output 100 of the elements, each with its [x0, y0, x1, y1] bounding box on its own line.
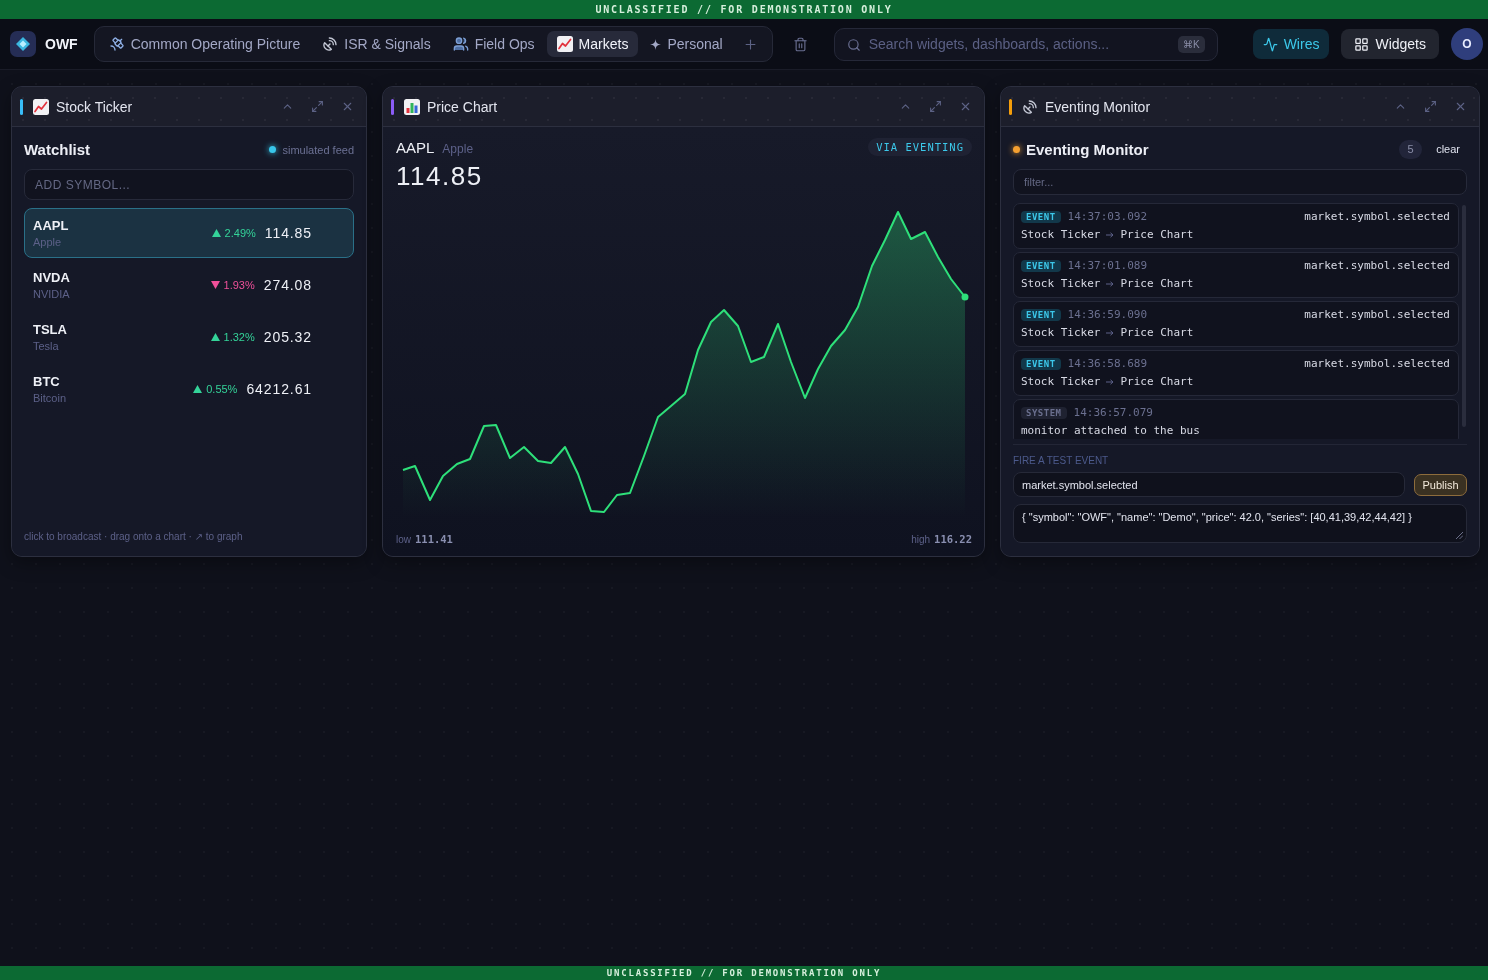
expand-icon [928, 100, 942, 113]
line-chart-icon [556, 36, 573, 52]
event-time: 14:37:03.092 [1067, 210, 1148, 223]
event-topic: market.symbol.selected [1304, 259, 1450, 272]
source-badge: VIA EVENTING [868, 138, 972, 156]
watchlist-row[interactable]: BTC Bitcoin 0.55% 64212.61 [24, 364, 354, 414]
event-message: monitor attached to the bus [1021, 424, 1200, 437]
event-topic: market.symbol.selected [1304, 210, 1450, 223]
event-target: Price Chart [1120, 326, 1194, 339]
event-target: Price Chart [1120, 375, 1194, 388]
expand-icon [1423, 100, 1437, 113]
event-type-badge: EVENT [1021, 357, 1061, 370]
trash-icon [793, 36, 809, 52]
satellite-icon [108, 36, 125, 52]
current-price: 114.85 [396, 161, 483, 192]
event-time: 14:36:58.689 [1067, 357, 1148, 370]
price-value: 274.08 [263, 277, 312, 293]
bar-chart-icon [404, 98, 420, 115]
arrow-right-icon [1106, 378, 1115, 385]
count-badge: 5 [1399, 139, 1423, 159]
price-change: 1.93% [223, 279, 255, 291]
expand-icon [310, 100, 324, 113]
toolbar-button[interactable]: Wires [1252, 29, 1330, 59]
event-time: 14:37:01.089 [1067, 259, 1148, 272]
company-name: Tesla [33, 340, 60, 352]
dashboard-tab[interactable]: Markets [546, 31, 639, 57]
event-topic: market.symbol.selected [1304, 357, 1450, 370]
widget-heading: Watchlist [24, 141, 91, 158]
clear-button[interactable]: clear [1429, 141, 1467, 157]
company-name: Bitcoin [33, 392, 68, 404]
watchlist-row[interactable]: TSLA Tesla 1.32% 205.32 [24, 312, 354, 362]
feed-status: simulated feed [282, 143, 354, 156]
event-type-badge: SYSTEM [1021, 406, 1067, 419]
price-change: 0.55% [206, 383, 238, 395]
toolbar-button[interactable]: Widgets [1341, 29, 1439, 59]
classification-banner: UNCLASSIFIED // FOR DEMONSTRATION ONLY [0, 966, 1488, 980]
dashboard-tab[interactable]: ISR & Signals [312, 31, 441, 57]
satellite-dish-icon [322, 36, 339, 52]
event-type-badge: EVENT [1021, 259, 1061, 272]
price-value: 64212.61 [246, 381, 312, 397]
panel-title: Eventing Monitor [1045, 98, 1151, 115]
high-label: high [911, 534, 931, 545]
dashboard-tab[interactable]: Personal [640, 31, 733, 57]
ticker-symbol: TSLA [33, 322, 68, 337]
publish-button[interactable]: Publish [1414, 473, 1467, 496]
price-change: 1.32% [223, 331, 255, 343]
dashboard-tab[interactable]: Field Ops [442, 31, 545, 57]
company-name: Apple [442, 142, 474, 156]
event-topic: market.symbol.selected [1304, 308, 1450, 321]
arrow-right-icon [1106, 329, 1115, 336]
price-value: 205.32 [263, 329, 312, 345]
search-icon [846, 37, 861, 52]
status-dot-icon [269, 146, 277, 153]
event-type-badge: EVENT [1021, 308, 1061, 321]
company-name: Apple [33, 236, 63, 248]
widget-heading: Eventing Monitor [1026, 140, 1149, 158]
event-target: Price Chart [1120, 228, 1194, 241]
panel-title: Stock Ticker [56, 98, 133, 115]
plus-icon [743, 36, 759, 52]
line-chart-icon [33, 98, 49, 115]
watchlist-row[interactable]: NVDA NVIDIA 1.93% 274.08 [24, 260, 354, 310]
event-time: 14:36:59.090 [1067, 308, 1148, 321]
add-symbol-field[interactable]: ADD SYMBOL... [24, 169, 354, 200]
people-icon [452, 36, 469, 52]
ticker-symbol: AAPL [33, 218, 70, 233]
section-label: FIRE A TEST EVENT [1013, 455, 1110, 466]
logo-icon [10, 31, 36, 57]
event-target: Price Chart [1120, 277, 1194, 290]
high-value: 116.22 [934, 533, 972, 545]
event-source: Stock Ticker [1021, 277, 1101, 290]
arrow-right-icon [1106, 280, 1115, 287]
ticker-symbol: BTC [33, 374, 61, 389]
low-label: low [396, 534, 411, 545]
resize-grip-icon [1456, 532, 1463, 539]
classification-banner: UNCLASSIFIED // FOR DEMONSTRATION ONLY [0, 0, 1488, 19]
watchlist-row[interactable]: AAPL Apple 2.49% 114.85 [24, 208, 354, 258]
event-source: Stock Ticker [1021, 375, 1101, 388]
satellite-dish-icon [1022, 98, 1038, 115]
brand-name: OWF [45, 36, 78, 52]
price-change: 2.49% [224, 227, 256, 239]
event-type-badge: EVENT [1021, 210, 1061, 223]
event-time: 14:36:57.079 [1073, 406, 1153, 419]
pulse-icon [1262, 36, 1278, 52]
price-value: 114.85 [264, 225, 312, 241]
arrow-right-icon [1106, 231, 1115, 238]
low-value: 111.41 [415, 533, 453, 545]
payload-field[interactable]: { "symbol": "OWF", "name": "Demo", "price": 42.0, "series": [40,41,39,42,44,42] } [1013, 504, 1467, 543]
topic-field[interactable]: market.symbol.selected [1013, 472, 1405, 497]
status-dot-icon [1013, 145, 1020, 153]
panel-title: Price Chart [427, 98, 498, 115]
company-name: NVIDIA [33, 288, 71, 300]
event-source: Stock Ticker [1021, 326, 1101, 339]
user-avatar[interactable]: O [1451, 28, 1483, 60]
sparkle-icon [650, 38, 662, 50]
chart-symbol: AAPL [396, 139, 435, 156]
event-source: Stock Ticker [1021, 228, 1101, 241]
grid-icon [1354, 36, 1370, 52]
filter-field[interactable]: filter... [1013, 169, 1467, 195]
dashboard-tab[interactable]: Common Operating Picture [98, 31, 311, 57]
hint-text: click to broadcast · drag onto a chart · ↗ to graph [24, 531, 244, 542]
